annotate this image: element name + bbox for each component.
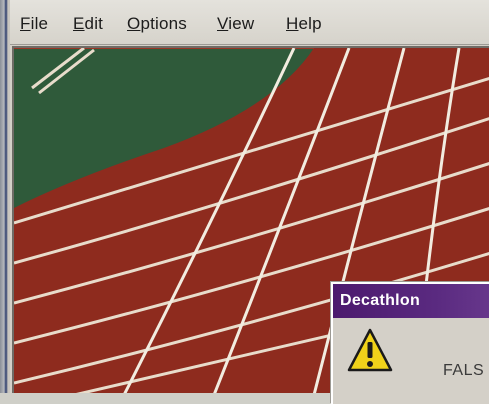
menu-bar: File Edit Options View Help xyxy=(10,0,489,45)
dialog-titlebar[interactable]: Decathlon xyxy=(333,284,489,318)
message-dialog: Decathlon FALS xyxy=(331,282,489,404)
menu-view-accel: V xyxy=(217,14,229,33)
menu-help-rest: elp xyxy=(298,14,322,33)
dialog-title: Decathlon xyxy=(340,292,421,309)
dialog-message: FALS xyxy=(443,362,485,379)
menu-view[interactable]: View xyxy=(217,14,254,34)
application-window: File Edit Options View Help Decathlon FA… xyxy=(0,0,489,404)
menu-edit-accel: E xyxy=(73,14,85,33)
menu-options-rest: ptions xyxy=(140,14,188,33)
menu-file-accel: F xyxy=(20,14,31,33)
menu-view-rest: iew xyxy=(228,14,255,33)
menu-options[interactable]: Options xyxy=(127,14,187,34)
window-left-border xyxy=(0,0,10,393)
warning-icon xyxy=(347,328,393,379)
menu-file-rest: ile xyxy=(30,14,49,33)
menu-edit-rest: dit xyxy=(84,14,104,33)
menu-file[interactable]: File xyxy=(20,14,48,34)
menu-options-accel: O xyxy=(127,14,141,33)
menu-help-accel: H xyxy=(286,14,299,33)
menu-help[interactable]: Help xyxy=(286,14,322,34)
menu-edit[interactable]: Edit xyxy=(73,14,103,34)
